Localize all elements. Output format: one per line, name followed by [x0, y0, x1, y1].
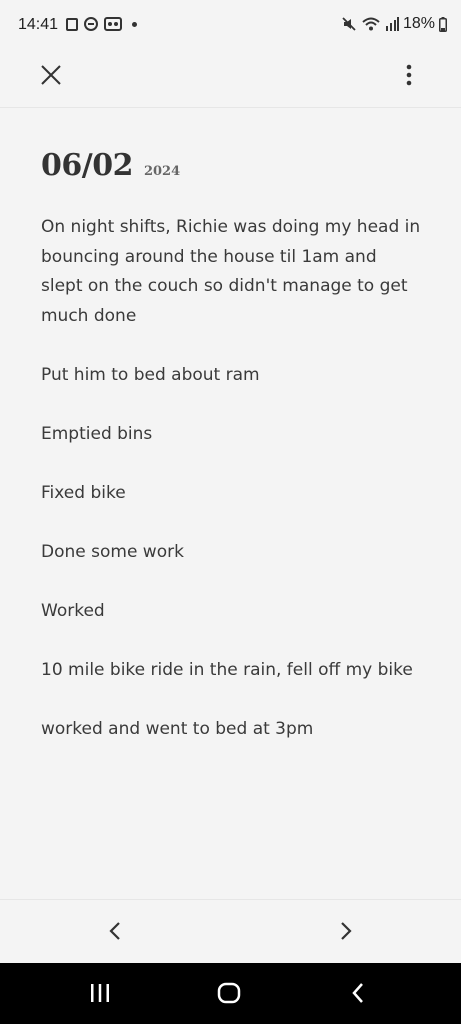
notification-dot	[132, 21, 137, 27]
next-entry-button[interactable]	[327, 912, 365, 950]
entry-paragraph: Worked	[41, 600, 105, 621]
entry-paragraph: Put him to bed about ram	[41, 364, 260, 385]
entry-date-year: 2024	[143, 164, 181, 179]
status-right-icons: 18%	[341, 15, 447, 33]
chevron-left-icon	[109, 922, 120, 940]
entry-paragraph: Emptied bins	[41, 423, 153, 444]
status-time: 14:41	[18, 16, 59, 33]
journal-entry: 06/02 2024 On night shifts, Richie was d…	[41, 140, 421, 774]
back-button[interactable]	[340, 977, 376, 1009]
recents-icon	[91, 984, 109, 1002]
more-vert-icon	[406, 64, 412, 86]
close-button[interactable]	[32, 56, 70, 94]
entry-date: 06/02 2024	[41, 148, 421, 183]
battery-icon	[439, 16, 447, 32]
home-button[interactable]	[211, 977, 247, 1009]
entry-paragraph: worked and went to bed at 3pm	[41, 718, 314, 739]
previous-entry-button[interactable]	[96, 912, 134, 950]
chevron-right-icon	[341, 922, 352, 940]
status-bar: 14:41 18%	[0, 0, 461, 52]
wifi-icon	[362, 17, 380, 31]
entry-paragraph: Done some work	[41, 541, 184, 562]
entry-paragraph: Fixed bike	[41, 482, 126, 503]
signal-icon	[385, 17, 399, 31]
entry-paragraph: 10 mile bike ride in the rain, fell off …	[41, 659, 413, 680]
battery-percentage: 18%	[402, 15, 435, 32]
close-icon	[41, 65, 61, 85]
status-left-icons	[66, 17, 137, 31]
more-options-button[interactable]	[390, 56, 428, 94]
gallery-icon	[66, 17, 78, 31]
home-icon	[217, 982, 241, 1004]
entry-body[interactable]: On night shifts, Richie was doing my hea…	[41, 213, 421, 744]
do-not-disturb-icon	[84, 17, 98, 31]
system-navigation-bar	[0, 963, 461, 1024]
entry-navigation-bar	[0, 899, 461, 963]
entry-paragraph: On night shifts, Richie was doing my hea…	[41, 217, 421, 326]
entry-date-day-month: 06/02	[41, 148, 133, 183]
voicemail-icon	[104, 17, 122, 31]
top-app-bar	[0, 52, 461, 108]
recents-button[interactable]	[82, 977, 118, 1009]
mute-icon	[342, 17, 356, 31]
back-icon	[352, 983, 363, 1003]
